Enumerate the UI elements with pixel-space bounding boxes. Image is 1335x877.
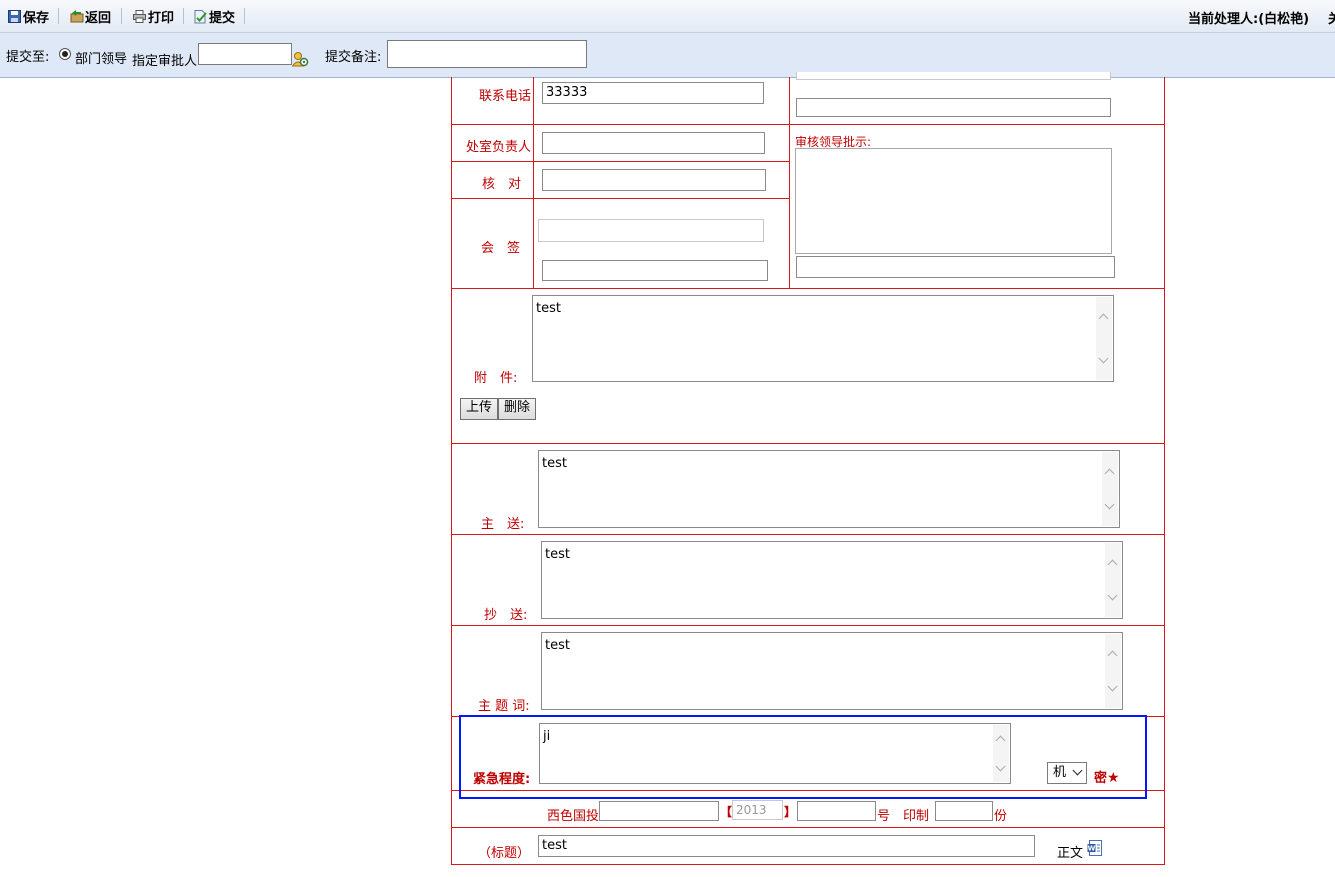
select-user-icon[interactable]	[291, 51, 309, 68]
countersign-name-input[interactable]	[542, 260, 768, 281]
secret-label: 密★	[1094, 770, 1120, 786]
svg-text:W: W	[1088, 845, 1096, 853]
grid-line	[452, 716, 1164, 717]
check-input[interactable]	[542, 169, 766, 191]
grid-line	[533, 77, 534, 288]
print-label: 印制	[903, 809, 930, 824]
keywords-label: 主 题 词:	[478, 699, 530, 714]
title-input[interactable]: test	[538, 835, 1035, 857]
back-label: 返回	[85, 10, 112, 26]
grid-line	[452, 534, 1164, 535]
keywords-text: test	[545, 638, 570, 653]
urgency-textarea[interactable]: ji	[539, 723, 1011, 784]
year-open-bracket: 【	[720, 805, 733, 819]
year-input[interactable]: 2013	[732, 800, 783, 820]
countersign-input[interactable]	[538, 219, 764, 242]
secret-level-select[interactable]: 机	[1047, 762, 1087, 784]
grid-line	[452, 124, 1164, 125]
copies-suffix-label: 份	[994, 809, 1008, 824]
review-textarea[interactable]	[795, 148, 1112, 254]
toolbar-divider	[121, 8, 122, 24]
grid-line	[452, 443, 1164, 444]
return-icon	[70, 9, 84, 23]
grid-line	[789, 77, 790, 288]
phone-label: 联系电话	[479, 89, 532, 104]
countersign-label: 会 签	[481, 241, 521, 256]
copies-input[interactable]	[935, 801, 993, 821]
approver-label: 指定审批人:	[132, 54, 202, 69]
current-handler: 当前处理人:(白松艳)	[1188, 12, 1310, 27]
partial-input[interactable]	[796, 72, 1111, 80]
scrollbar[interactable]	[1105, 543, 1121, 617]
phone-input[interactable]: 33333	[542, 82, 764, 104]
grid-line	[452, 198, 789, 199]
submit-button[interactable]: 提交	[194, 7, 236, 26]
save-button[interactable]: 保存	[8, 7, 50, 26]
print-label: 打印	[148, 10, 175, 26]
approver-input[interactable]	[198, 43, 292, 65]
star-icon: ★	[1107, 770, 1120, 786]
cc-text: test	[545, 547, 570, 562]
urgency-label: 紧急程度:	[473, 772, 531, 787]
office-head-input[interactable]	[542, 132, 765, 154]
body-label[interactable]: 正文	[1057, 842, 1083, 861]
print-button[interactable]: 打印	[133, 7, 175, 26]
office-head-label: 处室负责人	[466, 140, 532, 155]
scrollbar[interactable]	[1105, 634, 1121, 708]
toolbar: 保存 返回 打印 提交 当前处理人:(白松艳) 关	[0, 0, 1335, 33]
cc-label: 抄 送:	[484, 608, 528, 623]
review-signature-input[interactable]	[796, 256, 1115, 278]
scrollbar[interactable]	[993, 725, 1009, 782]
dept-leader-radio[interactable]	[59, 48, 71, 60]
toolbar-divider	[183, 8, 184, 24]
save-label: 保存	[23, 10, 50, 26]
main-send-text: test	[542, 456, 567, 471]
chevron-down-icon	[1072, 765, 1083, 776]
toolbar-divider	[244, 8, 245, 24]
check-label: 核 对	[482, 177, 522, 192]
printer-icon	[133, 9, 146, 23]
submit-to-label: 提交至:	[6, 50, 50, 65]
close-link[interactable]: 关	[1328, 8, 1335, 27]
back-button[interactable]: 返回	[70, 7, 112, 26]
grid-line	[452, 790, 1164, 791]
number-suffix-label: 号	[877, 809, 891, 824]
dept-leader-option-label: 部门领导	[75, 52, 128, 67]
scrollbar[interactable]	[1102, 452, 1118, 526]
word-document-icon[interactable]: W	[1087, 840, 1103, 856]
title-label: （标题）	[478, 846, 531, 861]
submit-note-input[interactable]	[387, 40, 587, 68]
grid-line	[452, 161, 789, 162]
urgency-text: ji	[543, 729, 551, 744]
upper-right-input[interactable]	[796, 98, 1111, 117]
doc-prefix-label: 西色国投	[547, 809, 600, 824]
cc-textarea[interactable]: test	[541, 541, 1123, 619]
attachment-label: 附 件:	[474, 371, 518, 386]
main-send-label: 主 送:	[481, 517, 525, 532]
keywords-textarea[interactable]: test	[541, 632, 1123, 710]
attachment-textarea[interactable]: test	[532, 295, 1114, 382]
doc-word-input[interactable]	[599, 801, 719, 821]
document-check-icon	[194, 9, 207, 23]
delete-button[interactable]: 删除	[498, 398, 536, 420]
attachment-text: test	[536, 301, 561, 316]
submit-label: 提交	[209, 10, 236, 26]
upload-button[interactable]: 上传	[460, 398, 498, 420]
toolbar-divider	[58, 8, 59, 24]
year-close-bracket: 】	[784, 805, 797, 819]
main-send-textarea[interactable]: test	[538, 450, 1120, 528]
note-label: 提交备注:	[325, 50, 382, 65]
grid-line	[452, 625, 1164, 626]
floppy-disk-icon	[8, 9, 21, 23]
doc-number-input[interactable]	[797, 801, 876, 821]
grid-line	[452, 827, 1164, 828]
grid-line	[452, 288, 1164, 289]
secret-level-value: 机	[1053, 765, 1067, 780]
scrollbar[interactable]	[1096, 297, 1112, 380]
submit-bar: 提交至: 部门领导 指定审批人: 提交备注:	[0, 33, 1335, 78]
